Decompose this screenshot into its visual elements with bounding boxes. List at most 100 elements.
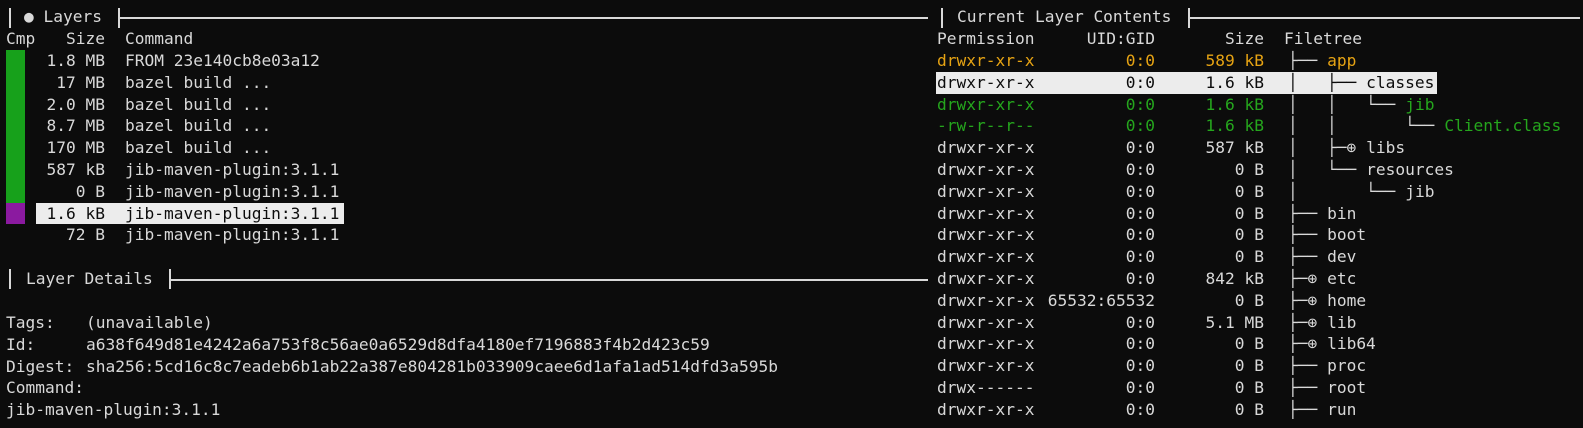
layer-command: jib-maven-plugin:3.1.1	[125, 160, 340, 179]
file-size: 5.1 MB	[1205, 312, 1264, 332]
tree-branch-glyph: ├─⊕	[1288, 334, 1327, 354]
layer-row[interactable]: 0 B jib-maven-plugin:3.1.1	[0, 180, 928, 203]
file-name: libs	[1366, 138, 1406, 158]
file-uidgid: 0:0	[1125, 378, 1155, 397]
details-pane-title[interactable]: Layer Details	[26, 268, 153, 290]
layers-title-rule	[120, 17, 928, 19]
file-row[interactable]: drwxr-xr-x 0:0 0 B │ └── jib	[930, 181, 1580, 203]
layer-command: jib-maven-plugin:3.1.1	[125, 203, 340, 223]
layer-row[interactable]: 170 MB bazel build ...	[0, 137, 928, 159]
tree-branch-glyph: ├──	[1288, 203, 1327, 223]
file-uidgid: 0:0	[1125, 72, 1155, 92]
layer-row[interactable]: 72 B jib-maven-plugin:3.1.1	[0, 224, 928, 246]
file-uidgid: 0:0	[1125, 247, 1155, 267]
tree-branch-glyph: │ │ └──	[1288, 94, 1405, 114]
file-size: 0 B	[1234, 399, 1264, 419]
file-permission: -rw-r--r--	[937, 116, 1035, 136]
file-name: resources	[1366, 160, 1454, 179]
file-row[interactable]: drwxr-xr-x 0:0 0 B ├── proc	[930, 355, 1580, 377]
tree-branch-glyph: ├──	[1288, 399, 1327, 419]
layer-efficiency-bar	[6, 159, 25, 181]
file-name: boot	[1327, 225, 1367, 245]
file-size: 0 B	[1234, 378, 1264, 397]
file-size: 1.6 kB	[1205, 94, 1264, 114]
file-permission: drwxr-xr-x	[937, 356, 1035, 376]
layer-row[interactable]: 1.6 kB jib-maven-plugin:3.1.1	[0, 202, 928, 225]
contents-pane-title[interactable]: Current Layer Contents	[957, 6, 1171, 28]
file-name: etc	[1327, 269, 1357, 288]
file-row[interactable]: drwxr-xr-x 0:0 589 kB ├── app	[930, 50, 1580, 72]
file-permission: drwxr-xr-x	[937, 51, 1035, 70]
file-size: 0 B	[1234, 356, 1264, 376]
file-permission: drwxr-xr-x	[937, 181, 1035, 201]
file-row[interactable]: drwxr-xr-x 65532:65532 0 B ├─⊕ home	[930, 290, 1580, 312]
tree-branch-glyph: │ └──	[1288, 181, 1405, 201]
layer-size: 8.7 MB	[46, 116, 105, 136]
file-row[interactable]: drwxr-xr-x 0:0 1.6 kB │ ├── classes	[930, 71, 1580, 94]
layer-size: 72 B	[66, 225, 105, 245]
layer-command: bazel build ...	[125, 116, 272, 136]
layer-efficiency-bar	[6, 115, 25, 138]
file-row[interactable]: drwxr-xr-x 0:0 5.1 MB ├─⊕ lib	[930, 312, 1580, 334]
file-name: app	[1327, 51, 1357, 70]
file-row[interactable]: drwxr-xr-x 0:0 0 B ├── bin	[930, 203, 1580, 225]
file-permission: drwx------	[937, 378, 1035, 397]
file-uidgid: 0:0	[1125, 269, 1155, 288]
file-uidgid: 0:0	[1125, 160, 1155, 179]
layer-size: 170 MB	[46, 138, 105, 158]
file-uidgid: 0:0	[1125, 94, 1155, 114]
layer-size: 587 kB	[46, 160, 105, 179]
layer-row[interactable]: 8.7 MB bazel build ...	[0, 115, 928, 138]
layer-command: jib-maven-plugin:3.1.1	[125, 181, 340, 201]
layer-efficiency-bar	[6, 71, 25, 94]
column-header-size: Size	[66, 29, 105, 48]
file-row[interactable]: drwxr-xr-x 0:0 0 B ├── boot	[930, 224, 1580, 246]
layer-row[interactable]: 2.0 MB bazel build ...	[0, 93, 928, 116]
file-row[interactable]: drwxr-xr-x 0:0 0 B ├── dev	[930, 246, 1580, 268]
layer-row[interactable]: 587 kB jib-maven-plugin:3.1.1	[0, 159, 928, 181]
digest-label: Digest:	[6, 357, 75, 376]
tree-branch-glyph: ├──	[1288, 225, 1327, 245]
file-permission: drwxr-xr-x	[937, 225, 1035, 245]
layer-efficiency-bar	[6, 202, 25, 225]
file-row[interactable]: drwxr-xr-x 0:0 1.6 kB │ │ └── jib	[930, 94, 1580, 116]
file-name: classes	[1366, 72, 1435, 92]
file-uidgid: 0:0	[1125, 203, 1155, 223]
file-size: 589 kB	[1205, 51, 1264, 70]
layers-title-left-border	[9, 8, 11, 28]
layer-row[interactable]: 17 MB bazel build ...	[0, 71, 928, 94]
layer-command: FROM 23e140cb8e03a12	[125, 51, 320, 70]
layer-command: bazel build ...	[125, 72, 272, 92]
tree-branch-glyph: ├─⊕	[1288, 290, 1327, 310]
tree-branch-glyph: ├──	[1288, 51, 1327, 70]
file-permission: drwxr-xr-x	[937, 312, 1035, 332]
file-row[interactable]: drwxr-xr-x 0:0 587 kB │ ├─⊕ libs	[930, 137, 1580, 159]
file-row[interactable]: -rw-r--r-- 0:0 1.6 kB │ │ └── Client.class	[930, 115, 1580, 137]
tree-branch-glyph: │ ├─⊕	[1288, 138, 1366, 158]
file-row[interactable]: drwxr-xr-x 0:0 0 B ├─⊕ lib64	[930, 333, 1580, 355]
file-uidgid: 0:0	[1125, 138, 1155, 158]
file-uidgid: 0:0	[1125, 116, 1155, 136]
file-row[interactable]: drwx------ 0:0 0 B ├── root	[930, 377, 1580, 399]
file-size: 0 B	[1234, 181, 1264, 201]
tree-branch-glyph: ├─⊕	[1288, 269, 1327, 288]
file-name: jib	[1405, 94, 1435, 114]
file-size: 0 B	[1234, 334, 1264, 354]
file-row[interactable]: drwxr-xr-x 0:0 0 B ├── run	[930, 399, 1580, 421]
layer-command: jib-maven-plugin:3.1.1	[125, 225, 340, 245]
file-row[interactable]: drwxr-xr-x 0:0 842 kB ├─⊕ etc	[930, 268, 1580, 290]
file-name: dev	[1327, 247, 1357, 267]
file-permission: drwxr-xr-x	[937, 94, 1035, 114]
command-value: jib-maven-plugin:3.1.1	[6, 400, 221, 419]
command-label: Command:	[6, 378, 84, 397]
file-row[interactable]: drwxr-xr-x 0:0 0 B │ └── resources	[930, 159, 1580, 181]
file-permission: drwxr-xr-x	[937, 160, 1035, 179]
layers-pane-title[interactable]: ● Layers	[24, 6, 102, 28]
file-name: Client.class	[1444, 116, 1562, 136]
file-uidgid: 0:0	[1125, 225, 1155, 245]
layer-row[interactable]: 1.8 MB FROM 23e140cb8e03a12	[0, 50, 928, 72]
file-name: bin	[1327, 203, 1357, 223]
layer-efficiency-bar	[6, 93, 25, 116]
tree-branch-glyph: ├──	[1288, 356, 1327, 376]
file-uidgid: 0:0	[1125, 181, 1155, 201]
